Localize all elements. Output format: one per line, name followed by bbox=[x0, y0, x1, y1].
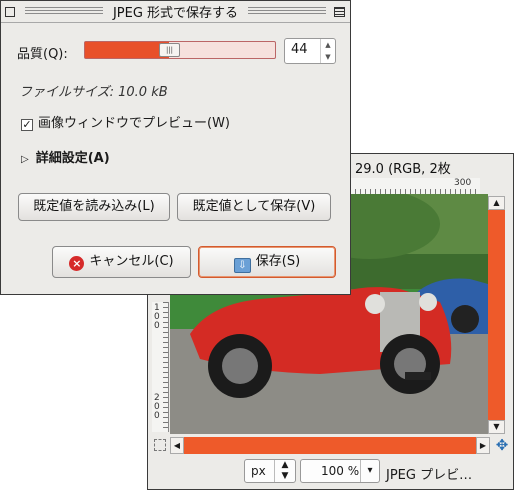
cancel-button[interactable]: × キャンセル(C) bbox=[52, 246, 191, 278]
file-size-label: ファイルサイズ: 10.0 kB bbox=[19, 85, 168, 100]
ruler-label: 100 bbox=[154, 303, 160, 331]
cancel-icon: × bbox=[69, 256, 85, 271]
navigate-move-icon[interactable]: ✥ bbox=[494, 437, 510, 453]
vertical-ruler: 100 200 bbox=[152, 302, 169, 432]
advanced-options-label: 詳細設定(A) bbox=[35, 151, 110, 166]
chevron-down-icon: ▾ bbox=[360, 460, 379, 482]
scroll-right-arrow-icon[interactable]: ▶ bbox=[476, 437, 490, 454]
quality-slider[interactable]: ||| bbox=[84, 41, 276, 59]
quality-label: 品質(Q): bbox=[17, 47, 68, 62]
spin-arrows-icon[interactable]: ▲ ▼ bbox=[320, 39, 335, 63]
scroll-up-arrow-icon[interactable]: ▲ bbox=[488, 196, 505, 210]
preview-checkbox-label: 画像ウィンドウでプレビュー(W) bbox=[38, 116, 230, 131]
image-info-text: 29.0 (RGB, 2枚 bbox=[355, 162, 451, 177]
load-defaults-button[interactable]: 既定値を読み込み(L) bbox=[18, 193, 170, 221]
cancel-label: キャンセル(C) bbox=[89, 254, 174, 269]
save-label: 保存(S) bbox=[255, 254, 301, 269]
ruler-label: 300 bbox=[454, 178, 472, 188]
horizontal-scrollbar[interactable]: ◀ ▶ bbox=[170, 437, 490, 454]
load-defaults-label: 既定値を読み込み(L) bbox=[33, 199, 155, 214]
save-icon: ⇩ bbox=[233, 258, 251, 273]
quality-value: 44 bbox=[291, 42, 308, 57]
save-button[interactable]: ⇩ 保存(S) bbox=[198, 246, 336, 278]
window-close-icon[interactable] bbox=[5, 6, 15, 17]
preview-checkbox[interactable]: ✓ bbox=[21, 119, 33, 131]
jpeg-export-dialog: JPEG 形式で保存する 品質(Q): ||| 44 ▲ ▼ ファイルサイズ: 1… bbox=[0, 0, 351, 295]
window-menu-icon[interactable] bbox=[334, 6, 345, 17]
unit-selector[interactable]: px ▲ ▼ bbox=[244, 459, 296, 483]
preview-checkbox-row[interactable]: ✓ 画像ウィンドウでプレビュー(W) bbox=[21, 112, 230, 131]
unit-value: px bbox=[251, 464, 266, 478]
scroll-left-arrow-icon[interactable]: ◀ bbox=[170, 437, 184, 454]
unit-spin-icon: ▲ ▼ bbox=[274, 460, 295, 482]
image-name-label: JPEG プレビ… bbox=[386, 468, 473, 483]
ruler-label: 200 bbox=[154, 393, 160, 421]
quality-spinbox[interactable]: 44 ▲ ▼ bbox=[284, 38, 336, 64]
zoom-value: 100 % bbox=[321, 464, 360, 478]
quick-mask-toggle[interactable] bbox=[154, 439, 166, 451]
vertical-scrollbar[interactable]: ▲ ▼ bbox=[488, 196, 505, 434]
save-defaults-button[interactable]: 既定値として保存(V) bbox=[177, 193, 331, 221]
scroll-down-arrow-icon[interactable]: ▼ bbox=[488, 420, 505, 434]
dialog-title: JPEG 形式で保存する bbox=[112, 6, 239, 21]
zoom-selector[interactable]: 100 % ▾ bbox=[300, 459, 380, 483]
advanced-options-expander[interactable]: ▷ 詳細設定(A) bbox=[21, 147, 110, 166]
dialog-titlebar[interactable]: JPEG 形式で保存する bbox=[1, 1, 350, 23]
status-bar: px ▲ ▼ 100 % ▾ JPEG プレビ… bbox=[148, 456, 513, 488]
expander-triangle-icon: ▷ bbox=[21, 154, 29, 165]
quality-slider-fill bbox=[85, 42, 169, 58]
slider-thumb-icon[interactable]: ||| bbox=[159, 43, 180, 57]
save-defaults-label: 既定値として保存(V) bbox=[192, 199, 316, 214]
